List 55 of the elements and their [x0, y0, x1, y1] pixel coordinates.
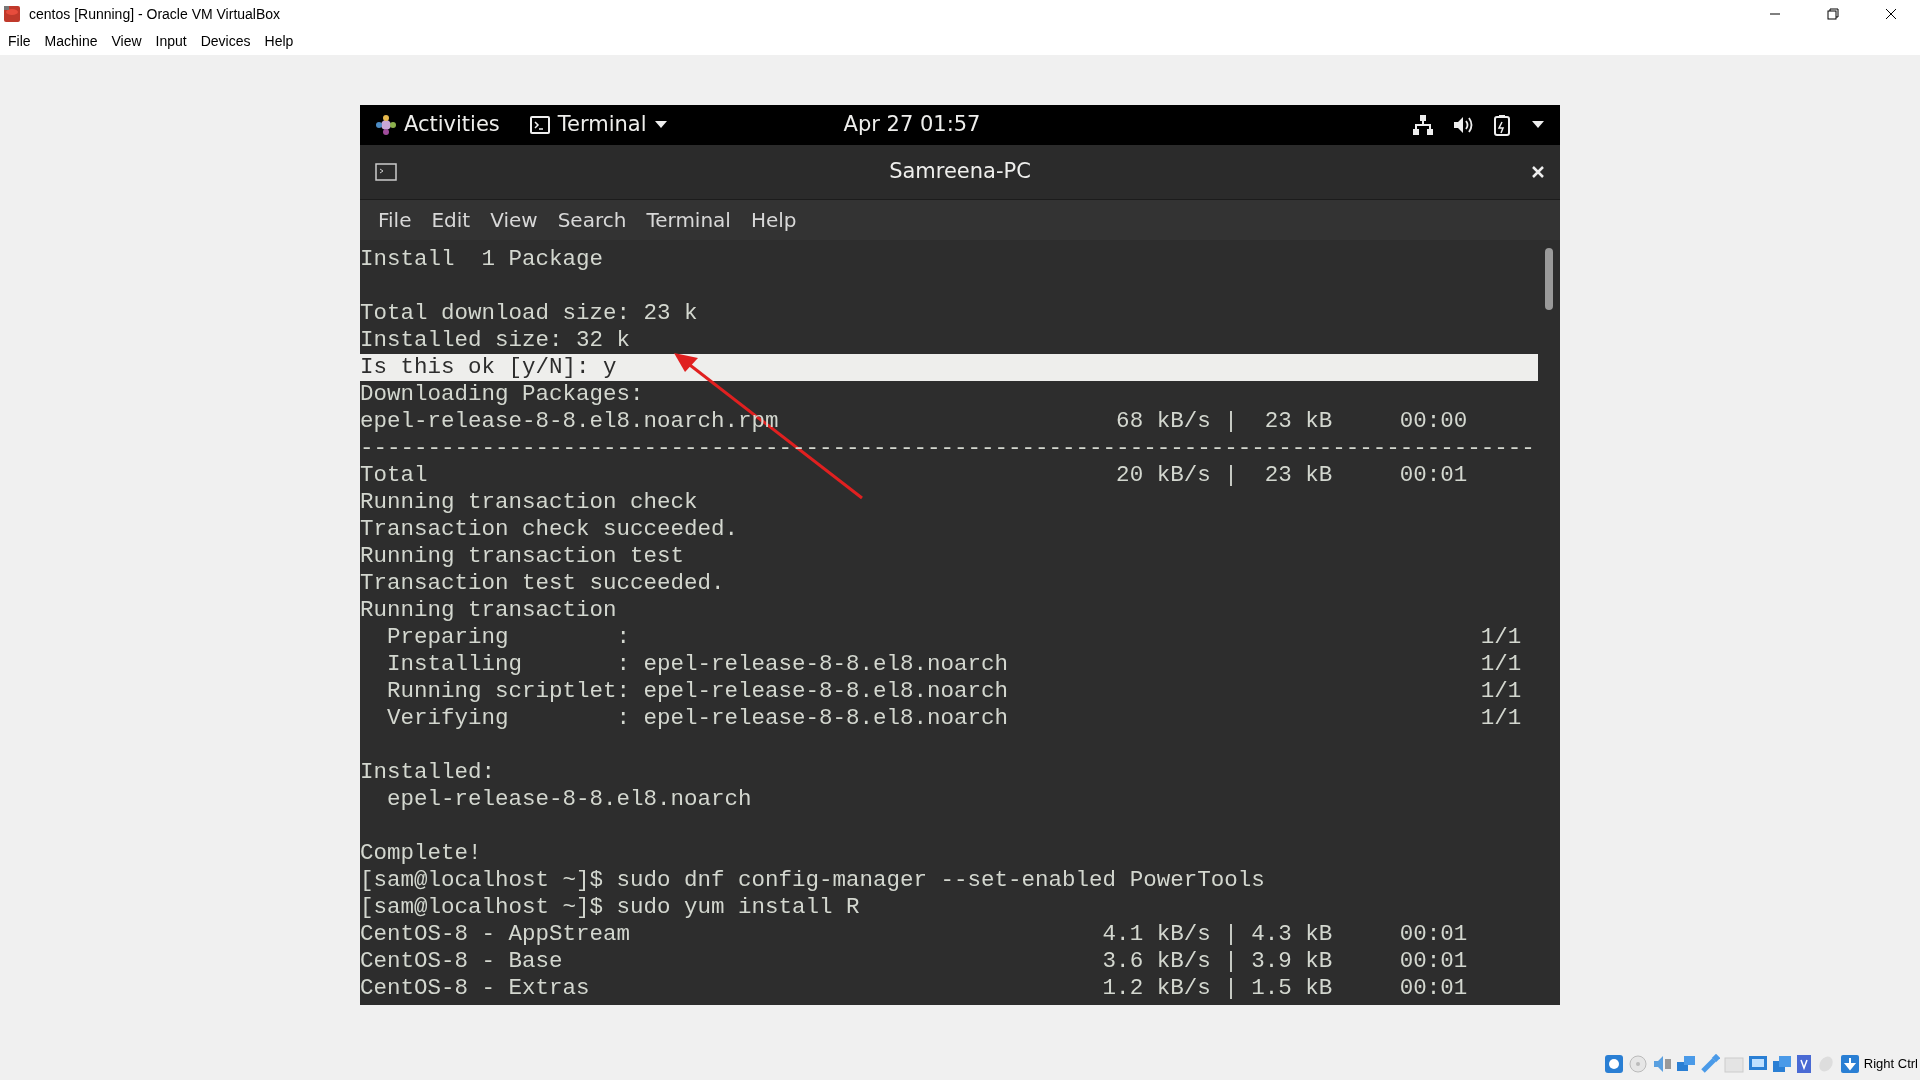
terminal-line: ---------------------------------------------------------------------------------------	[360, 435, 1536, 462]
terminal-icon	[375, 163, 397, 181]
menu-item[interactable]: Help	[740, 205, 807, 235]
terminal-line: Running transaction test	[360, 543, 686, 570]
terminal-line: [sam@localhost ~]$ sudo yum install R	[360, 894, 861, 921]
menu-item[interactable]: Help	[258, 31, 300, 52]
activities-label: Activities	[404, 111, 500, 139]
terminal-line: Running transaction	[360, 597, 618, 624]
terminal-line: Installed:	[360, 759, 497, 786]
menu-item[interactable]: Input	[149, 31, 193, 52]
scrollbar-thumb[interactable]	[1545, 248, 1553, 310]
terminal-line: Transaction test succeeded.	[360, 570, 726, 597]
app-menu-label: Terminal	[557, 111, 647, 139]
activities-button[interactable]: Activities	[376, 109, 500, 141]
window-title: centos [Running] - Oracle VM VirtualBox	[29, 4, 281, 24]
terminal-line: CentOS-8 - AppStream 4.1 kB/s | 4.3 kB 00:01	[360, 921, 1469, 948]
terminal-line: Installing : epel-release-8-8.el8.noarch 1/1	[386, 651, 1523, 678]
terminal-line: Preparing : 1/1	[386, 624, 1523, 651]
terminal-line: Running transaction check	[360, 489, 699, 516]
menu-item[interactable]: File	[368, 205, 422, 235]
volume-icon[interactable]	[1452, 115, 1474, 135]
terminal-line: Verifying : epel-release-8-8.el8.noarch 1/1	[386, 705, 1523, 732]
terminal-line: CentOS-8 - Base 3.6 kB/s | 3.9 kB 00:01	[360, 948, 1469, 975]
network-icon[interactable]	[1412, 114, 1434, 136]
terminal-line: [sam@localhost ~]$ sudo dnf config-manager --set-enabled PowerTools	[360, 867, 1266, 894]
menu-item[interactable]: Terminal	[636, 205, 741, 235]
terminal-line: Installed size: 32 k	[360, 327, 632, 354]
terminal-line: CentOS-8 - Extras 1.2 kB/s | 1.5 kB 00:01	[360, 975, 1469, 1002]
terminal-line: Downloading Packages:	[360, 381, 645, 408]
terminal-line: Install 1 Package	[360, 246, 605, 273]
caret-icon	[654, 121, 667, 129]
terminal-line: Transaction check succeeded.	[360, 516, 740, 543]
terminal-title: Samreena-PC	[889, 158, 1031, 186]
terminal-line: epel-release-8-8.el8.noarch	[386, 786, 753, 813]
caret-icon[interactable]	[1532, 121, 1544, 129]
menu-item[interactable]: View	[480, 205, 548, 235]
menu-item[interactable]: File	[2, 31, 37, 52]
terminal-line: Running scriptlet: epel-release-8-8.el8.noarch 1/1	[386, 678, 1523, 705]
terminal-icon	[529, 116, 550, 134]
terminal-line: Total 20 kB/s | 23 kB 00:01	[360, 462, 1469, 489]
windows-icon[interactable]	[1771, 1054, 1792, 1074]
clock[interactable]: Apr 27 01:57	[843, 109, 981, 141]
menu-item[interactable]: View	[105, 31, 148, 52]
gnome-logo-icon	[376, 115, 396, 135]
close-icon[interactable]	[1531, 165, 1545, 179]
menu-item[interactable]: Devices	[194, 31, 257, 52]
terminal-line: Complete!	[360, 840, 483, 867]
menu-item[interactable]: Machine	[38, 31, 104, 52]
host-key-label: Right Ctrl	[1863, 1055, 1918, 1074]
menu-item[interactable]: Edit	[421, 205, 481, 235]
app-logo-icon	[3, 5, 21, 23]
app-menu-button[interactable]: Terminal	[529, 109, 667, 141]
audio-icon[interactable]	[1651, 1054, 1672, 1074]
menu-item[interactable]: Search	[547, 205, 637, 235]
terminal-line: Total download size: 23 k	[360, 300, 699, 327]
